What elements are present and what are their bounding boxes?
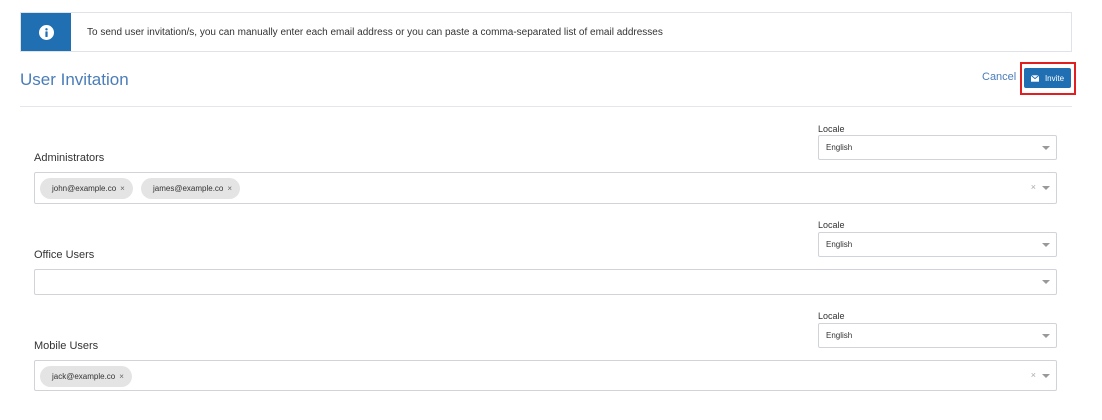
locale-select-mobile-users[interactable]: English xyxy=(818,323,1057,348)
clear-button[interactable]: × xyxy=(1031,370,1036,380)
group-label-mobile-users: Mobile Users xyxy=(34,340,99,352)
page-title: User Invitation xyxy=(20,70,129,89)
info-icon xyxy=(21,13,71,51)
email-chip-text: jack@example.co xyxy=(52,372,116,381)
chip-remove-button[interactable]: × xyxy=(119,372,124,381)
info-text: To send user invitation/s, you can manua… xyxy=(87,26,663,38)
locale-value: English xyxy=(826,240,853,249)
email-chip: james@example.co × xyxy=(141,178,241,199)
clear-button[interactable]: × xyxy=(1031,182,1036,192)
locale-label: Locale xyxy=(818,220,845,230)
header-divider xyxy=(20,106,1072,107)
email-chip-text: james@example.co xyxy=(153,184,224,193)
chevron-down-icon[interactable] xyxy=(1042,280,1050,284)
chevron-down-icon[interactable] xyxy=(1042,186,1050,190)
chevron-down-icon xyxy=(1042,334,1050,338)
email-chip-text: john@example.co xyxy=(52,184,117,193)
chevron-down-icon xyxy=(1042,243,1050,247)
group-label-administrators: Administrators xyxy=(34,152,105,164)
info-banner: To send user invitation/s, you can manua… xyxy=(20,12,1072,52)
locale-label: Locale xyxy=(818,124,845,134)
email-chip: john@example.co × xyxy=(40,178,133,199)
locale-value: English xyxy=(826,331,853,340)
group-label-office-users: Office Users xyxy=(34,249,95,261)
email-field-administrators[interactable]: john@example.co × james@example.co × × xyxy=(34,172,1057,204)
chevron-down-icon xyxy=(1042,146,1050,150)
locale-select-office-users[interactable]: English xyxy=(818,232,1057,257)
invite-label: Invite xyxy=(1044,73,1065,83)
locale-label: Locale xyxy=(818,311,845,321)
envelope-icon xyxy=(1030,74,1039,82)
email-field-mobile-users[interactable]: jack@example.co × × xyxy=(34,360,1057,391)
chevron-down-icon[interactable] xyxy=(1042,374,1050,378)
cancel-button[interactable]: Cancel xyxy=(982,71,1016,83)
chip-remove-button[interactable]: × xyxy=(120,184,125,193)
chip-remove-button[interactable]: × xyxy=(227,184,232,193)
email-field-office-users[interactable] xyxy=(34,269,1057,295)
locale-value: English xyxy=(826,143,853,152)
locale-select-administrators[interactable]: English xyxy=(818,135,1057,160)
invite-button[interactable]: Invite xyxy=(1024,68,1071,88)
email-chip: jack@example.co × xyxy=(40,366,132,387)
